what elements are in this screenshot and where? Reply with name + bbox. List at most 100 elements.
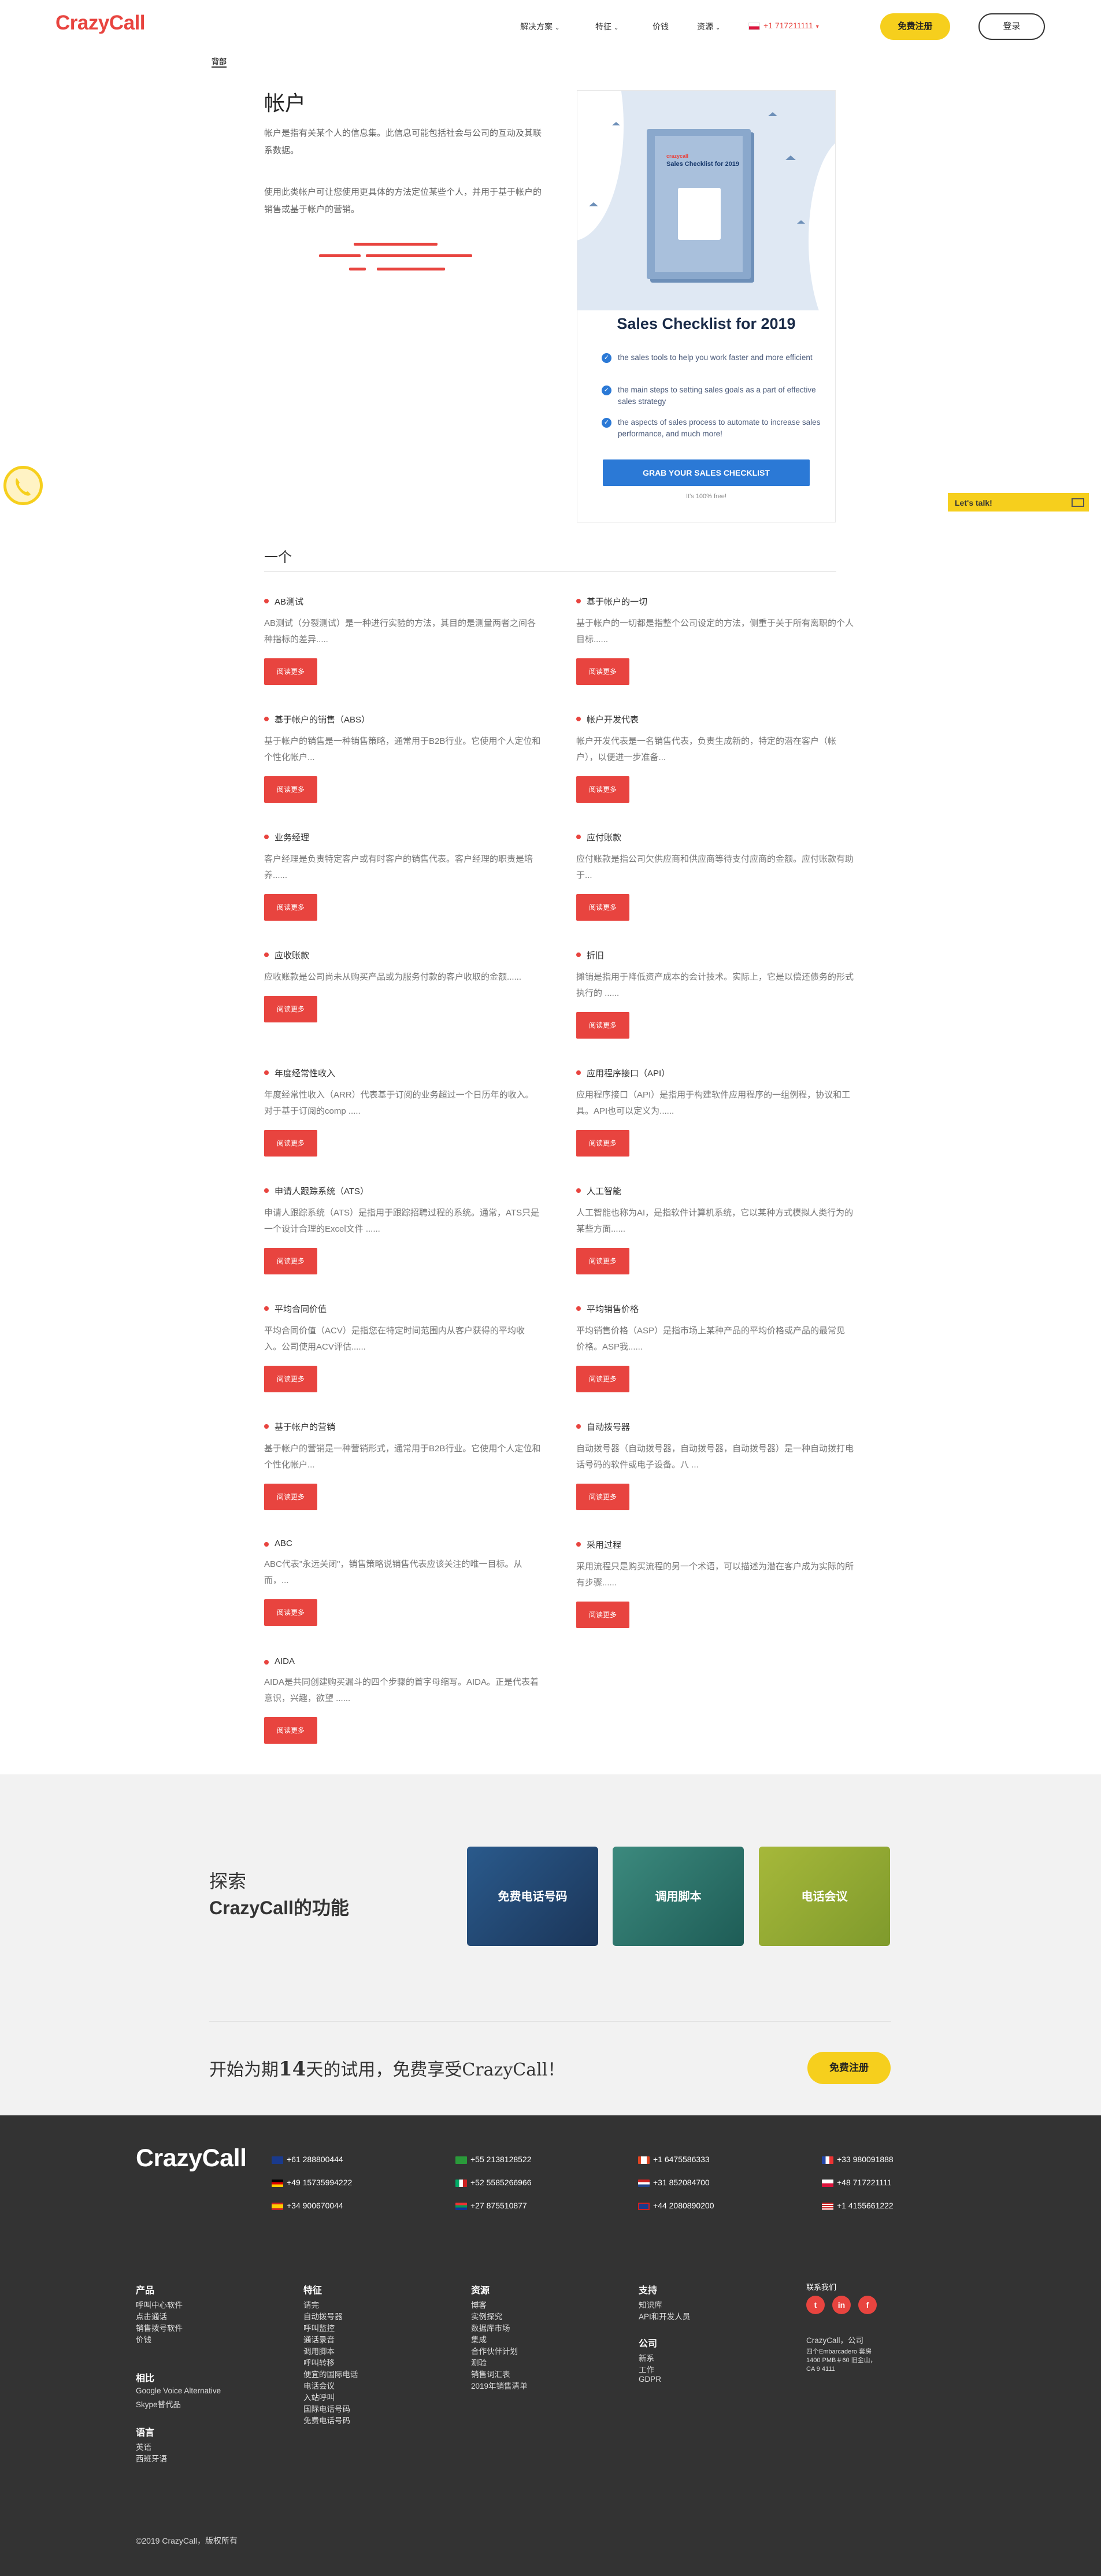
- read-more-button[interactable]: 阅读更多: [576, 776, 629, 803]
- footer-link-compare[interactable]: Skype替代品: [136, 2398, 181, 2410]
- footer-link-resources[interactable]: 数据库市场: [471, 2322, 510, 2333]
- read-more-button[interactable]: 阅读更多: [576, 658, 629, 685]
- footer-link-features[interactable]: 电话会议: [303, 2379, 335, 2391]
- lets-talk-chat-button[interactable]: Let's talk!: [948, 493, 1089, 512]
- entry-title[interactable]: 应收账款: [264, 949, 542, 961]
- footer-link-company[interactable]: 新系: [639, 2352, 654, 2363]
- footer-link-features[interactable]: 便宜的国际电话: [303, 2368, 358, 2379]
- entry-title[interactable]: 帐户开发代表: [576, 713, 854, 725]
- read-more-button[interactable]: 阅读更多: [264, 776, 317, 803]
- footer-link-resources[interactable]: 集成: [471, 2333, 487, 2345]
- footer-link-company[interactable]: GDPR: [639, 2375, 661, 2384]
- entry-title[interactable]: 业务经理: [264, 831, 542, 843]
- entry-title[interactable]: 应用程序接口（API）: [576, 1067, 854, 1079]
- footer-link-compare[interactable]: Google Voice Alternative: [136, 2386, 221, 2395]
- entry-title[interactable]: AIDA: [264, 1656, 542, 1666]
- read-more-button[interactable]: 阅读更多: [264, 1366, 317, 1392]
- footer-link-product[interactable]: 价钱: [136, 2333, 151, 2345]
- footer-link-resources[interactable]: 博客: [471, 2299, 487, 2310]
- footer-link-support[interactable]: API和开发人员: [639, 2310, 690, 2322]
- entry-title[interactable]: 基于帐户的一切: [576, 595, 854, 607]
- crazycall-logo[interactable]: CrazyCall: [55, 12, 146, 35]
- footer-link-company[interactable]: 工作: [639, 2363, 654, 2375]
- footer-link-features[interactable]: 自动拨号器: [303, 2310, 343, 2322]
- read-more-button[interactable]: 阅读更多: [264, 1484, 317, 1510]
- entry-title[interactable]: 自动拨号器: [576, 1421, 854, 1433]
- footer-phone[interactable]: +49 15735994222: [272, 2178, 352, 2187]
- footer-link-resources[interactable]: 2019年销售清单: [471, 2379, 528, 2391]
- twitter-icon[interactable]: t: [806, 2296, 825, 2314]
- read-more-button[interactable]: 阅读更多: [576, 894, 629, 921]
- footer-link-resources[interactable]: 销售词汇表: [471, 2368, 510, 2379]
- read-more-button[interactable]: 阅读更多: [576, 1484, 629, 1510]
- footer-phone[interactable]: +52 5585266966: [455, 2178, 532, 2187]
- read-more-button[interactable]: 阅读更多: [264, 1248, 317, 1274]
- entry-title[interactable]: 应付账款: [576, 831, 854, 843]
- back-link[interactable]: 背部: [212, 55, 227, 68]
- read-more-button[interactable]: 阅读更多: [264, 996, 317, 1022]
- entry-title[interactable]: 申请人跟踪系统（ATS）: [264, 1185, 542, 1197]
- footer-phone[interactable]: +55 2138128522: [455, 2155, 532, 2164]
- read-more-button[interactable]: 阅读更多: [264, 1717, 317, 1744]
- footer-phone[interactable]: +1 6475586333: [638, 2155, 710, 2164]
- signup-button[interactable]: 免费注册: [880, 13, 950, 40]
- footer-link-product[interactable]: 销售拨号软件: [136, 2322, 183, 2333]
- phone-selector[interactable]: +1 717211111 ▾: [748, 21, 819, 30]
- read-more-button[interactable]: 阅读更多: [576, 1130, 629, 1157]
- call-widget-icon[interactable]: [3, 466, 43, 505]
- entry-title[interactable]: 折旧: [576, 949, 854, 961]
- footer-link-resources[interactable]: 实例探究: [471, 2310, 502, 2322]
- entry-title[interactable]: AB测试: [264, 595, 542, 607]
- trial-signup-button[interactable]: 免费注册: [807, 2052, 891, 2084]
- nav-features[interactable]: 特征 ⌄: [595, 21, 618, 32]
- read-more-button[interactable]: 阅读更多: [576, 1602, 629, 1628]
- footer-link-features[interactable]: 请完: [303, 2299, 319, 2310]
- nav-solutions[interactable]: 解决方案 ⌄: [520, 21, 559, 32]
- footer-phone[interactable]: +61 288800444: [272, 2155, 343, 2164]
- footer-link-features[interactable]: 免费电话号码: [303, 2414, 350, 2426]
- read-more-button[interactable]: 阅读更多: [264, 1599, 317, 1626]
- footer-link-features[interactable]: 呼叫转移: [303, 2356, 335, 2368]
- footer-link-product[interactable]: 点击通话: [136, 2310, 167, 2322]
- tile-conference-call[interactable]: 电话会议: [759, 1847, 890, 1946]
- read-more-button[interactable]: 阅读更多: [576, 1366, 629, 1392]
- footer-link-features[interactable]: 呼叫监控: [303, 2322, 335, 2333]
- linkedin-icon[interactable]: in: [832, 2296, 851, 2314]
- read-more-button[interactable]: 阅读更多: [264, 658, 317, 685]
- footer-link-lang[interactable]: 英语: [136, 2441, 151, 2452]
- entry-title[interactable]: 采用过程: [576, 1539, 854, 1551]
- facebook-icon[interactable]: f: [858, 2296, 877, 2314]
- footer-link-resources[interactable]: 合作伙伴计划: [471, 2345, 518, 2356]
- read-more-button[interactable]: 阅读更多: [576, 1248, 629, 1274]
- nav-pricing[interactable]: 价钱: [653, 21, 669, 32]
- footer-phone[interactable]: +34 900670044: [272, 2201, 343, 2210]
- footer-link-resources[interactable]: 测验: [471, 2356, 487, 2368]
- footer-link-features[interactable]: 调用脚本: [303, 2345, 335, 2356]
- footer-phone[interactable]: +1 4155661222: [822, 2201, 894, 2210]
- grab-checklist-button[interactable]: GRAB YOUR SALES CHECKLIST: [603, 459, 810, 486]
- footer-link-lang[interactable]: 西班牙语: [136, 2452, 167, 2464]
- footer-phone[interactable]: +48 717221111: [822, 2178, 892, 2187]
- footer-link-support[interactable]: 知识库: [639, 2299, 662, 2310]
- read-more-button[interactable]: 阅读更多: [576, 1012, 629, 1039]
- entry-title[interactable]: 平均合同价值: [264, 1303, 542, 1315]
- entry-title[interactable]: 平均销售价格: [576, 1303, 854, 1315]
- read-more-button[interactable]: 阅读更多: [264, 894, 317, 921]
- footer-phone[interactable]: +27 875510877: [455, 2201, 527, 2210]
- footer-phone[interactable]: +44 2080890200: [638, 2201, 714, 2210]
- entry-title[interactable]: ABC: [264, 1539, 542, 1548]
- read-more-button[interactable]: 阅读更多: [264, 1130, 317, 1157]
- footer-link-features[interactable]: 入站呼叫: [303, 2391, 335, 2403]
- tile-call-scripts[interactable]: 调用脚本: [613, 1847, 744, 1946]
- nav-resources[interactable]: 资源 ⌄: [697, 21, 720, 32]
- entry-title[interactable]: 年度经常性收入: [264, 1067, 542, 1079]
- entry-title[interactable]: 基于帐户的营销: [264, 1421, 542, 1433]
- entry-title[interactable]: 基于帐户的销售（ABS）: [264, 713, 542, 725]
- tile-toll-free-numbers[interactable]: 免费电话号码: [467, 1847, 598, 1946]
- footer-phone[interactable]: +33 980091888: [822, 2155, 894, 2164]
- footer-link-product[interactable]: 呼叫中心软件: [136, 2299, 183, 2310]
- footer-logo[interactable]: CrazyCall: [136, 2144, 247, 2173]
- footer-link-features[interactable]: 国际电话号码: [303, 2403, 350, 2414]
- footer-link-features[interactable]: 通话录音: [303, 2333, 335, 2345]
- login-button[interactable]: 登录: [978, 13, 1045, 40]
